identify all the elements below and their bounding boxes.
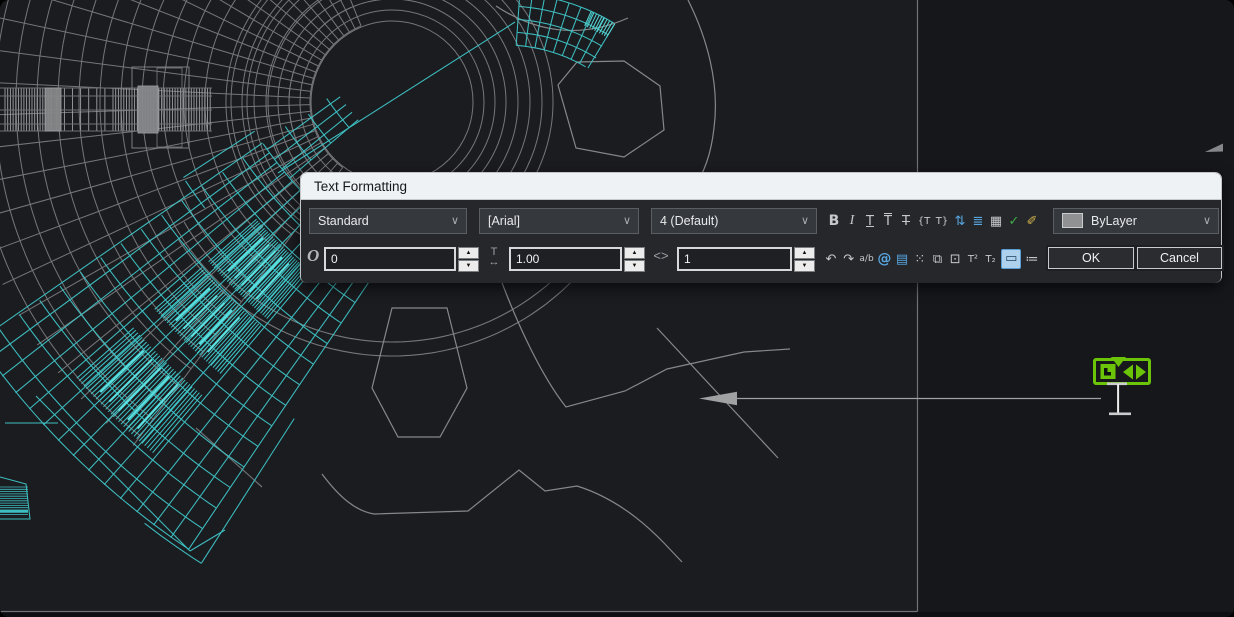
application-window: Text Formatting Standard ∨ [Arial] ∨ 4 (… — [0, 0, 1234, 617]
subscript-icon[interactable]: T₂ — [984, 254, 998, 265]
overline-icon[interactable]: T — [881, 214, 895, 229]
cancel-button[interactable]: Cancel — [1137, 247, 1222, 269]
width-factor-stepper[interactable]: ▲▼ — [794, 247, 815, 271]
dialog-body: Standard ∨ [Arial] ∨ 4 (Default) ∨ B I T… — [301, 200, 1221, 283]
stack-icon[interactable]: ⇅ — [953, 214, 967, 229]
underline-icon[interactable]: T — [863, 214, 877, 229]
text-height-select[interactable]: 4 (Default) ∨ — [651, 208, 817, 234]
text-frame-icon[interactable]: ⊡ — [948, 252, 962, 267]
line-spacing-icon[interactable]: ≣ — [971, 214, 985, 229]
drawing-canvas[interactable] — [0, 0, 1234, 617]
chevron-down-icon: ∨ — [623, 209, 631, 233]
oblique-angle-field[interactable]: 0 — [324, 247, 456, 271]
text-formatting-dialog: Text Formatting Standard ∨ [Arial] ∨ 4 (… — [300, 172, 1222, 283]
dialog-title[interactable]: Text Formatting — [301, 173, 1221, 200]
tracking-field[interactable]: 1.00 — [509, 247, 622, 271]
oblique-angle-stepper[interactable]: ▲▼ — [458, 247, 479, 271]
list-icon[interactable]: ≔ — [1025, 252, 1039, 267]
insert-field-icon[interactable]: ▤ — [895, 252, 909, 267]
format-painter-icon[interactable]: ✐ — [1025, 214, 1039, 229]
format-icon-row: B I T T T {T T} ⇅ ≣ ▦ ✓ ✐ — [827, 208, 1039, 234]
text-style-select[interactable]: Standard ∨ — [309, 208, 467, 234]
redo-icon[interactable]: ↷ — [842, 252, 856, 267]
width-factor-field[interactable]: 1 — [677, 247, 792, 271]
distribute-icon[interactable]: ⁙ — [913, 252, 927, 267]
tool-icon-row: ↶ ↷ a/b @ ▤ ⁙ ⧉ ⊡ T² T₂ ▭ ≔ — [824, 246, 1039, 272]
tracking-stepper[interactable]: ▲▼ — [624, 247, 645, 271]
bold-icon[interactable]: B — [827, 213, 841, 229]
undo-icon[interactable]: ↶ — [824, 252, 838, 267]
width-factor-icon: <> — [650, 251, 672, 261]
ruler-toggle-icon[interactable]: ▭ — [1001, 249, 1021, 269]
stack-fraction-icon[interactable]: a/b — [859, 254, 873, 264]
chevron-down-icon: ∨ — [451, 209, 459, 233]
uppercase-icon[interactable]: {T — [917, 216, 931, 227]
chevron-down-icon: ∨ — [1203, 209, 1211, 233]
text-color-select[interactable]: ByLayer ∨ — [1053, 208, 1219, 234]
strikethrough-icon[interactable]: T — [899, 214, 913, 229]
lowercase-icon[interactable]: T} — [935, 216, 949, 227]
italic-icon[interactable]: I — [845, 213, 859, 229]
layers-icon[interactable]: ⧉ — [930, 252, 944, 267]
superscript-icon[interactable]: T² — [966, 254, 980, 265]
shaft-hatch — [0, 67, 212, 148]
ok-button[interactable]: OK — [1048, 247, 1134, 269]
color-swatch — [1062, 213, 1083, 228]
mtext-width-grip[interactable] — [1095, 357, 1150, 384]
grip-corner-handle[interactable] — [1101, 364, 1116, 379]
spell-check-icon[interactable]: ✓ — [1007, 214, 1021, 229]
oblique-angle-icon: O — [307, 246, 319, 266]
font-select[interactable]: [Arial] ∨ — [479, 208, 639, 234]
columns-icon[interactable]: ▦ — [989, 214, 1003, 229]
symbol-at-icon[interactable]: @ — [877, 251, 891, 267]
tracking-icon: T ↔ — [484, 247, 504, 267]
chevron-down-icon: ∨ — [801, 209, 809, 233]
